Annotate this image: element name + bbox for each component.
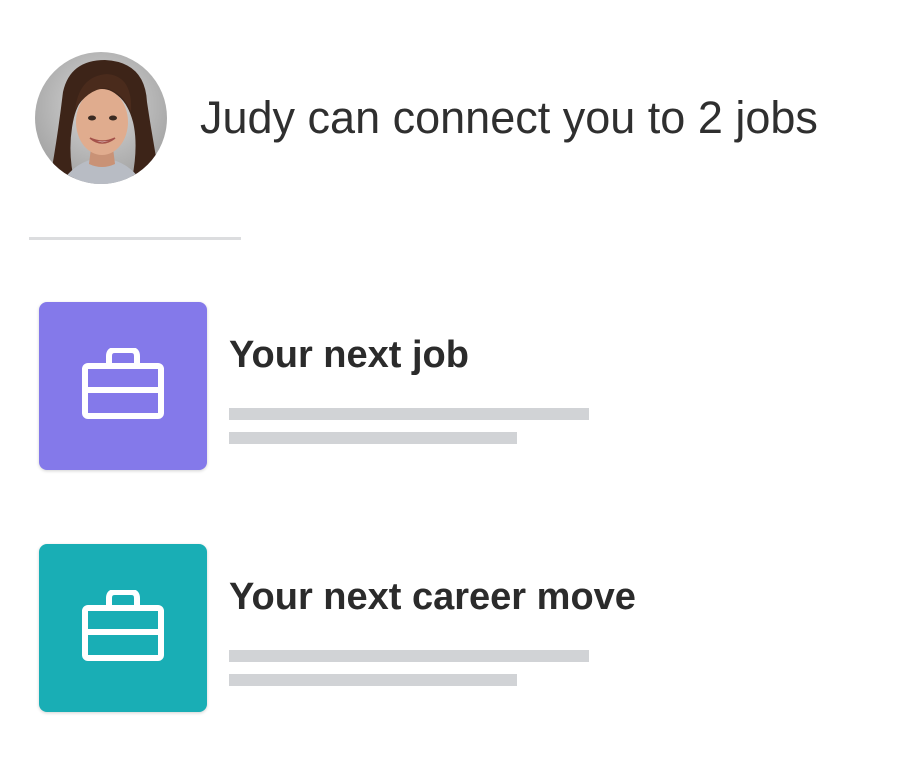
- briefcase-icon: [81, 588, 165, 667]
- briefcase-icon: [81, 346, 165, 425]
- placeholder-line: [229, 650, 589, 662]
- placeholder-line: [229, 432, 517, 444]
- job-card[interactable]: Your next career move: [39, 544, 899, 712]
- job-title: Your next career move: [229, 576, 636, 618]
- profile-photo: [35, 52, 167, 184]
- connection-header: Judy can connect you to 2 jobs: [35, 52, 818, 184]
- job-title: Your next job: [229, 334, 469, 376]
- placeholder-line: [229, 674, 517, 686]
- connection-headline: Judy can connect you to 2 jobs: [200, 92, 818, 143]
- job-tile[interactable]: [39, 544, 207, 712]
- job-tile[interactable]: [39, 302, 207, 470]
- job-card[interactable]: Your next job: [39, 302, 899, 470]
- placeholder-line: [229, 408, 589, 420]
- section-divider: [29, 237, 241, 240]
- avatar[interactable]: [35, 52, 167, 184]
